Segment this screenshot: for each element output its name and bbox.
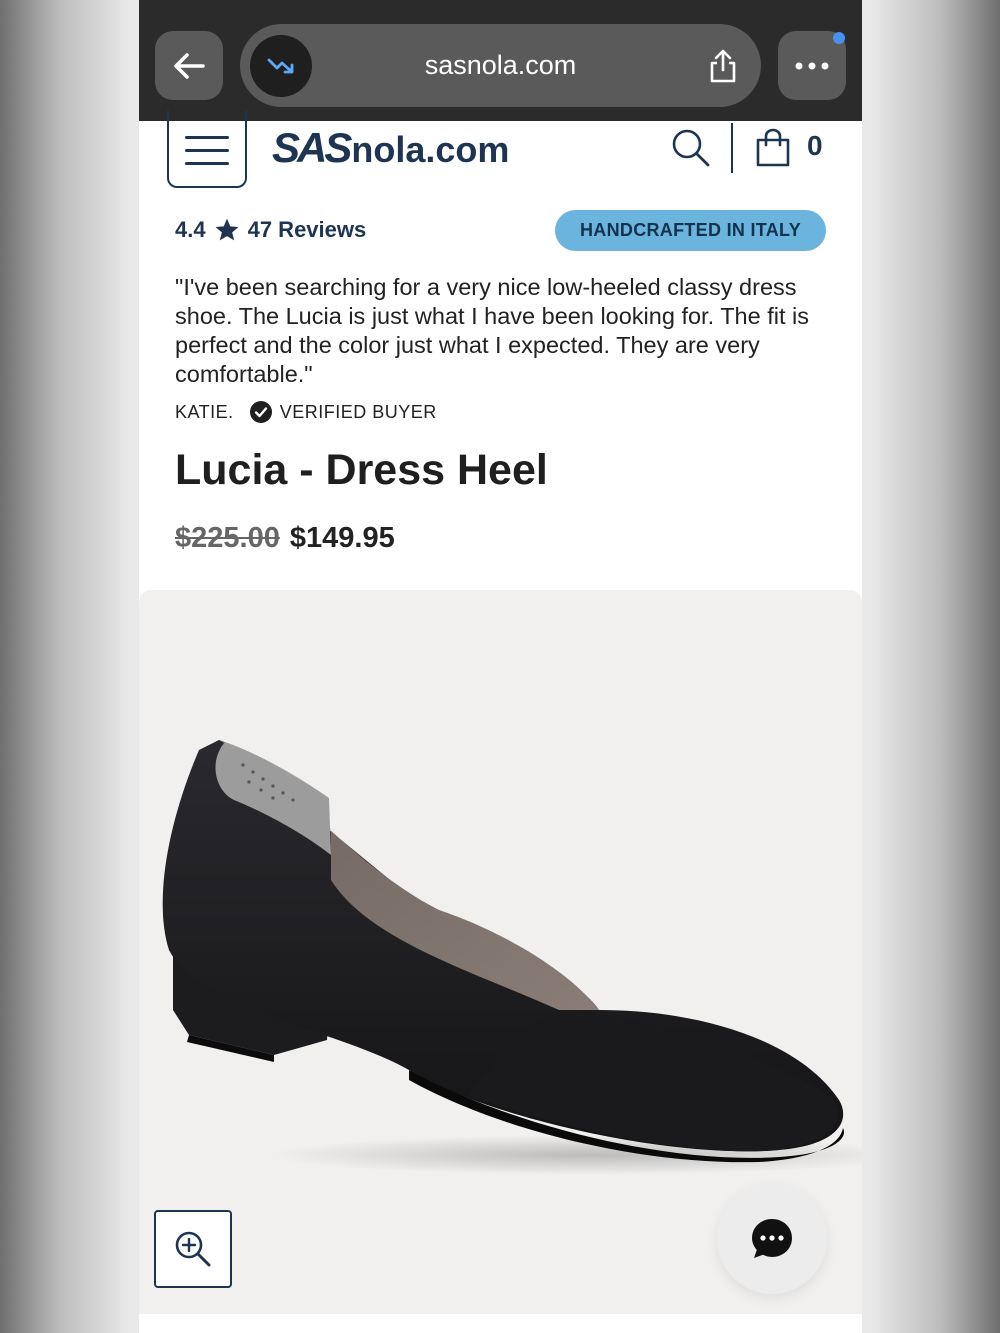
- right-backdrop: [862, 0, 1000, 1333]
- original-price: $225.00: [175, 522, 280, 554]
- back-button[interactable]: [155, 31, 223, 100]
- address-bar[interactable]: sasnola.com: [240, 24, 761, 107]
- sale-price: $149.95: [289, 522, 395, 554]
- zoom-button[interactable]: [154, 1210, 232, 1288]
- product-image: [162, 740, 862, 1175]
- phone-screen: sasnola.com SAS nola.com 0 4.4 47 Review…: [139, 0, 862, 1333]
- menu-icon-line: [185, 161, 229, 165]
- product-title: Lucia - Dress Heel: [175, 446, 548, 494]
- handcrafted-badge: HANDCRAFTED IN ITALY: [555, 210, 826, 251]
- menu-button[interactable]: [167, 110, 247, 188]
- zoom-in-icon: [175, 1231, 211, 1267]
- price: $225.00 $149.95: [175, 522, 395, 555]
- logo-suffix: nola.com: [351, 129, 510, 170]
- notification-dot: [833, 32, 845, 44]
- site-logo[interactable]: SAS nola.com: [272, 124, 509, 176]
- rating-summary[interactable]: 4.4 47 Reviews: [175, 213, 366, 247]
- trending-button[interactable]: [250, 35, 312, 97]
- cart-count[interactable]: 0: [807, 130, 823, 162]
- search-icon[interactable]: [671, 128, 711, 168]
- header-divider: [731, 123, 733, 173]
- check-circle-icon: [249, 401, 272, 423]
- reviewer-name: KATIE.: [175, 401, 234, 422]
- url-text[interactable]: sasnola.com: [320, 24, 681, 107]
- star-icon: [215, 218, 239, 241]
- rating-score: 4.4: [175, 217, 206, 242]
- page-bottom: [139, 1314, 862, 1333]
- logo-brand: SAS: [272, 124, 352, 171]
- more-icon: [795, 62, 829, 69]
- review-quote: "I've been searching for a very nice low…: [175, 274, 810, 387]
- menu-icon: [185, 135, 229, 139]
- trending-icon: [267, 58, 294, 74]
- verified-label: VERIFIED BUYER: [279, 401, 437, 422]
- reviewer-info: KATIE. VERIFIED BUYER: [175, 398, 437, 426]
- product-image-gallery[interactable]: [139, 590, 862, 1314]
- menu-icon-line: [185, 148, 229, 152]
- review-count[interactable]: 47 Reviews: [248, 217, 367, 243]
- browser-toolbar: sasnola.com: [139, 0, 862, 121]
- chat-button[interactable]: [717, 1184, 827, 1294]
- back-arrow-icon: [174, 52, 205, 79]
- chat-icon: [752, 1219, 792, 1258]
- share-icon[interactable]: [707, 48, 739, 84]
- shopping-bag-icon[interactable]: [755, 128, 791, 168]
- left-backdrop: [0, 0, 139, 1333]
